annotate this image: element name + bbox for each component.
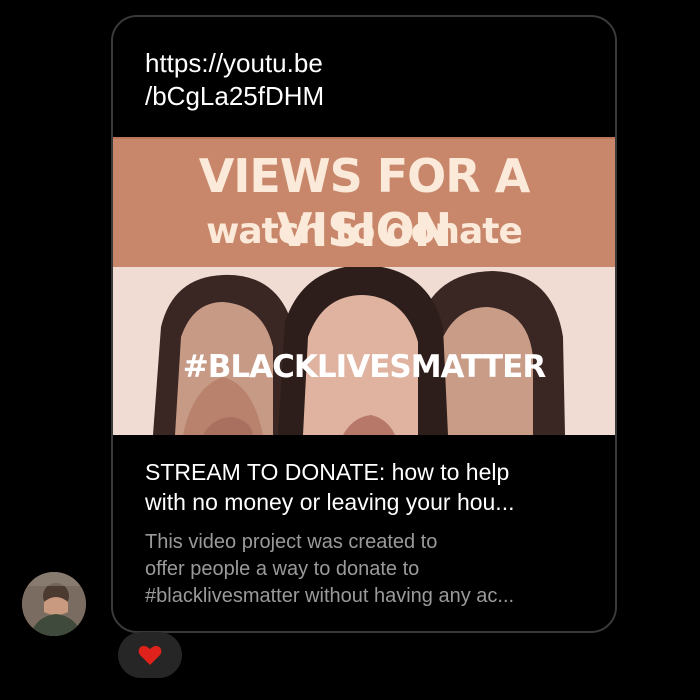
sender-avatar[interactable] [22, 572, 86, 636]
preview-description-line-2: offer people a way to donate to [145, 558, 420, 580]
link-url[interactable]: https://youtu.be /bCgLa25fDHM [145, 47, 585, 113]
preview-description: This video project was created to offer … [145, 529, 585, 610]
avatar-image [22, 572, 86, 636]
link-url-line-1[interactable]: https://youtu.be [145, 47, 585, 80]
reaction-badge[interactable] [118, 632, 182, 678]
preview-description-line-3: #blacklivesmatter without having any ac.… [145, 585, 515, 607]
link-url-line-2[interactable]: /bCgLa25fDHM [145, 80, 585, 113]
heart-icon [138, 645, 162, 665]
thumbnail-banner: VIEWS FOR A VISION watch to donate [113, 137, 615, 269]
preview-title-line-1: STREAM TO DONATE: how to help [145, 459, 510, 485]
message-bubble[interactable]: https://youtu.be /bCgLa25fDHM VIEWS FOR … [111, 15, 617, 633]
thumbnail-hashtag: #BLACKLIVESMATTER [182, 349, 546, 385]
preview-description-line-1: This video project was created to [145, 531, 438, 553]
link-preview-thumbnail[interactable]: VIEWS FOR A VISION watch to donate #BLAC… [113, 137, 615, 435]
preview-title-line-2: with no money or leaving your hou... [145, 489, 515, 515]
preview-title[interactable]: STREAM TO DONATE: how to help with no mo… [145, 457, 585, 517]
banner-subtitle: watch to donate [206, 211, 523, 252]
